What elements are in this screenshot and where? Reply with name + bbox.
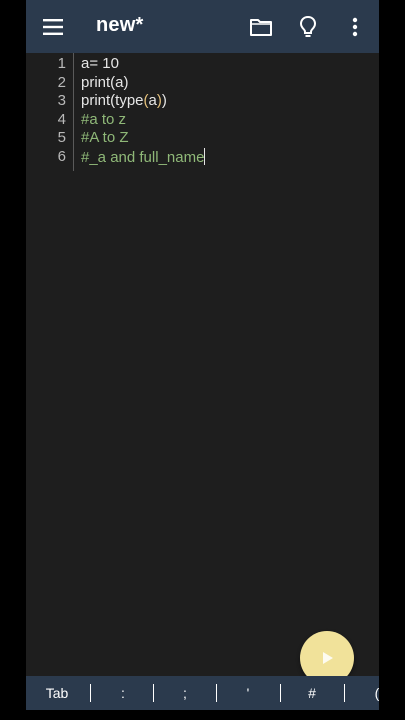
file-title: new*	[96, 14, 144, 36]
menu-button[interactable]	[36, 11, 70, 43]
comment-line[interactable]: #_a and full_name	[81, 148, 206, 167]
line-number: 4	[57, 111, 66, 128]
comment-text: #_a and full_name	[81, 149, 205, 166]
bottom-strip	[26, 710, 379, 720]
key-open-paren[interactable]: (	[356, 676, 379, 710]
code-line[interactable]: print(a)	[81, 74, 129, 92]
code-token: )	[161, 92, 167, 109]
line-number: 3	[57, 92, 66, 109]
text-cursor	[204, 148, 206, 165]
lightbulb-icon	[299, 15, 317, 37]
folder-icon	[250, 19, 272, 36]
hamburger-menu-icon	[43, 19, 63, 35]
line-number: 6	[57, 148, 66, 165]
play-icon	[323, 652, 333, 664]
code-token: print(type	[81, 92, 144, 109]
code-line[interactable]: print(type(a))	[81, 92, 167, 110]
top-toolbar: new*	[26, 0, 379, 53]
key-separator	[280, 684, 281, 702]
key-tab[interactable]: Tab	[36, 676, 78, 710]
hint-button[interactable]	[291, 9, 325, 45]
line-number: 1	[57, 55, 66, 72]
key-separator	[90, 684, 91, 702]
comment-line[interactable]: #A to Z	[81, 129, 129, 147]
key-semicolon[interactable]: ;	[164, 676, 206, 710]
key-quote[interactable]: '	[227, 676, 269, 710]
code-token: a	[148, 92, 157, 109]
line-number: 5	[57, 129, 66, 146]
code-editor[interactable]: 1 2 3 4 5 6 a= 10 print(a) print(type(a)…	[26, 53, 379, 648]
more-vert-icon	[352, 17, 358, 37]
key-hash[interactable]: #	[291, 676, 333, 710]
line-number: 2	[57, 74, 66, 91]
key-colon[interactable]: :	[102, 676, 144, 710]
key-separator	[344, 684, 345, 702]
open-folder-button[interactable]	[244, 11, 278, 43]
line-number-gutter: 1 2 3 4 5 6	[26, 53, 74, 171]
more-options-button[interactable]	[344, 11, 366, 43]
app-screen: new* 1 2 3 4 5 6 a= 10 print(a) print(ty…	[26, 0, 379, 720]
code-line[interactable]: a= 10	[81, 55, 119, 73]
key-separator	[153, 684, 154, 702]
comment-line[interactable]: #a to z	[81, 111, 126, 129]
key-separator	[216, 684, 217, 702]
extra-keys-bar: Tab : ; ' # (	[26, 676, 379, 710]
